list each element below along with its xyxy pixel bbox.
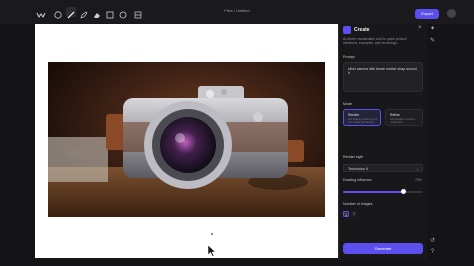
prompt-text: silver camera with brown leather strap a…	[348, 67, 417, 76]
mode-render-option[interactable]: Render Get striking renderings of your i…	[343, 109, 381, 126]
drawing-influence-label: Drawing influence	[343, 178, 372, 182]
generated-camera-image[interactable]	[48, 62, 325, 217]
document-title: Files / Untitled	[224, 8, 250, 13]
create-panel: Create × AI-driven visualization tool fo…	[338, 24, 427, 260]
mode-label: Mode	[343, 102, 352, 106]
render-style-value: Technicolor 6	[348, 166, 368, 171]
render-style-label: Render style	[343, 155, 364, 159]
prompt-label: Prompt	[343, 55, 355, 59]
drawing-influence-slider[interactable]	[343, 189, 423, 194]
prompt-input[interactable]: silver camera with brown leather strap a…	[343, 62, 423, 92]
mode-refine-subtitle: Add details to refine a rough idea	[390, 118, 416, 124]
history-icon[interactable]: ↺	[428, 237, 437, 246]
magic-wand-icon[interactable]: ✦	[428, 25, 437, 34]
panel-description: AI-driven visualization tool for quick p…	[343, 37, 407, 45]
left-gutter	[0, 24, 35, 266]
image-count-option-1[interactable]: 1	[343, 211, 349, 217]
number-of-images-label: Number of images	[343, 202, 373, 206]
render-style-select[interactable]: Technicolor 6 ⌄	[343, 164, 423, 172]
close-icon[interactable]: ×	[418, 25, 422, 31]
mode-render-subtitle: Get striking renderings of your ideas an…	[348, 118, 377, 124]
canvas-dot	[211, 233, 213, 235]
chevron-down-icon: ⌄	[415, 165, 419, 171]
create-icon	[343, 26, 351, 34]
right-rail: ✦ ✎ ↺ ?	[427, 24, 438, 260]
mouse-cursor-icon	[207, 244, 217, 257]
export-button[interactable]: Export	[415, 9, 439, 19]
mode-render-title: Render	[348, 113, 360, 117]
edit-icon[interactable]: ✎	[428, 37, 437, 46]
mode-refine-title: Refine	[390, 113, 400, 117]
slider-fill	[343, 191, 403, 193]
top-bar: Files / Untitled Export	[0, 0, 474, 24]
mode-refine-option[interactable]: Refine Add details to refine a rough ide…	[385, 109, 423, 126]
help-icon[interactable]: ?	[428, 248, 437, 257]
drawing-influence-value: 75%	[415, 178, 422, 182]
panel-title: Create	[354, 27, 370, 33]
slider-thumb[interactable]	[400, 189, 406, 194]
image-count-option-2[interactable]: 2	[351, 211, 357, 217]
camera-illustration	[48, 86, 325, 217]
avatar[interactable]	[447, 9, 456, 18]
generate-button[interactable]: Generate	[343, 243, 423, 254]
